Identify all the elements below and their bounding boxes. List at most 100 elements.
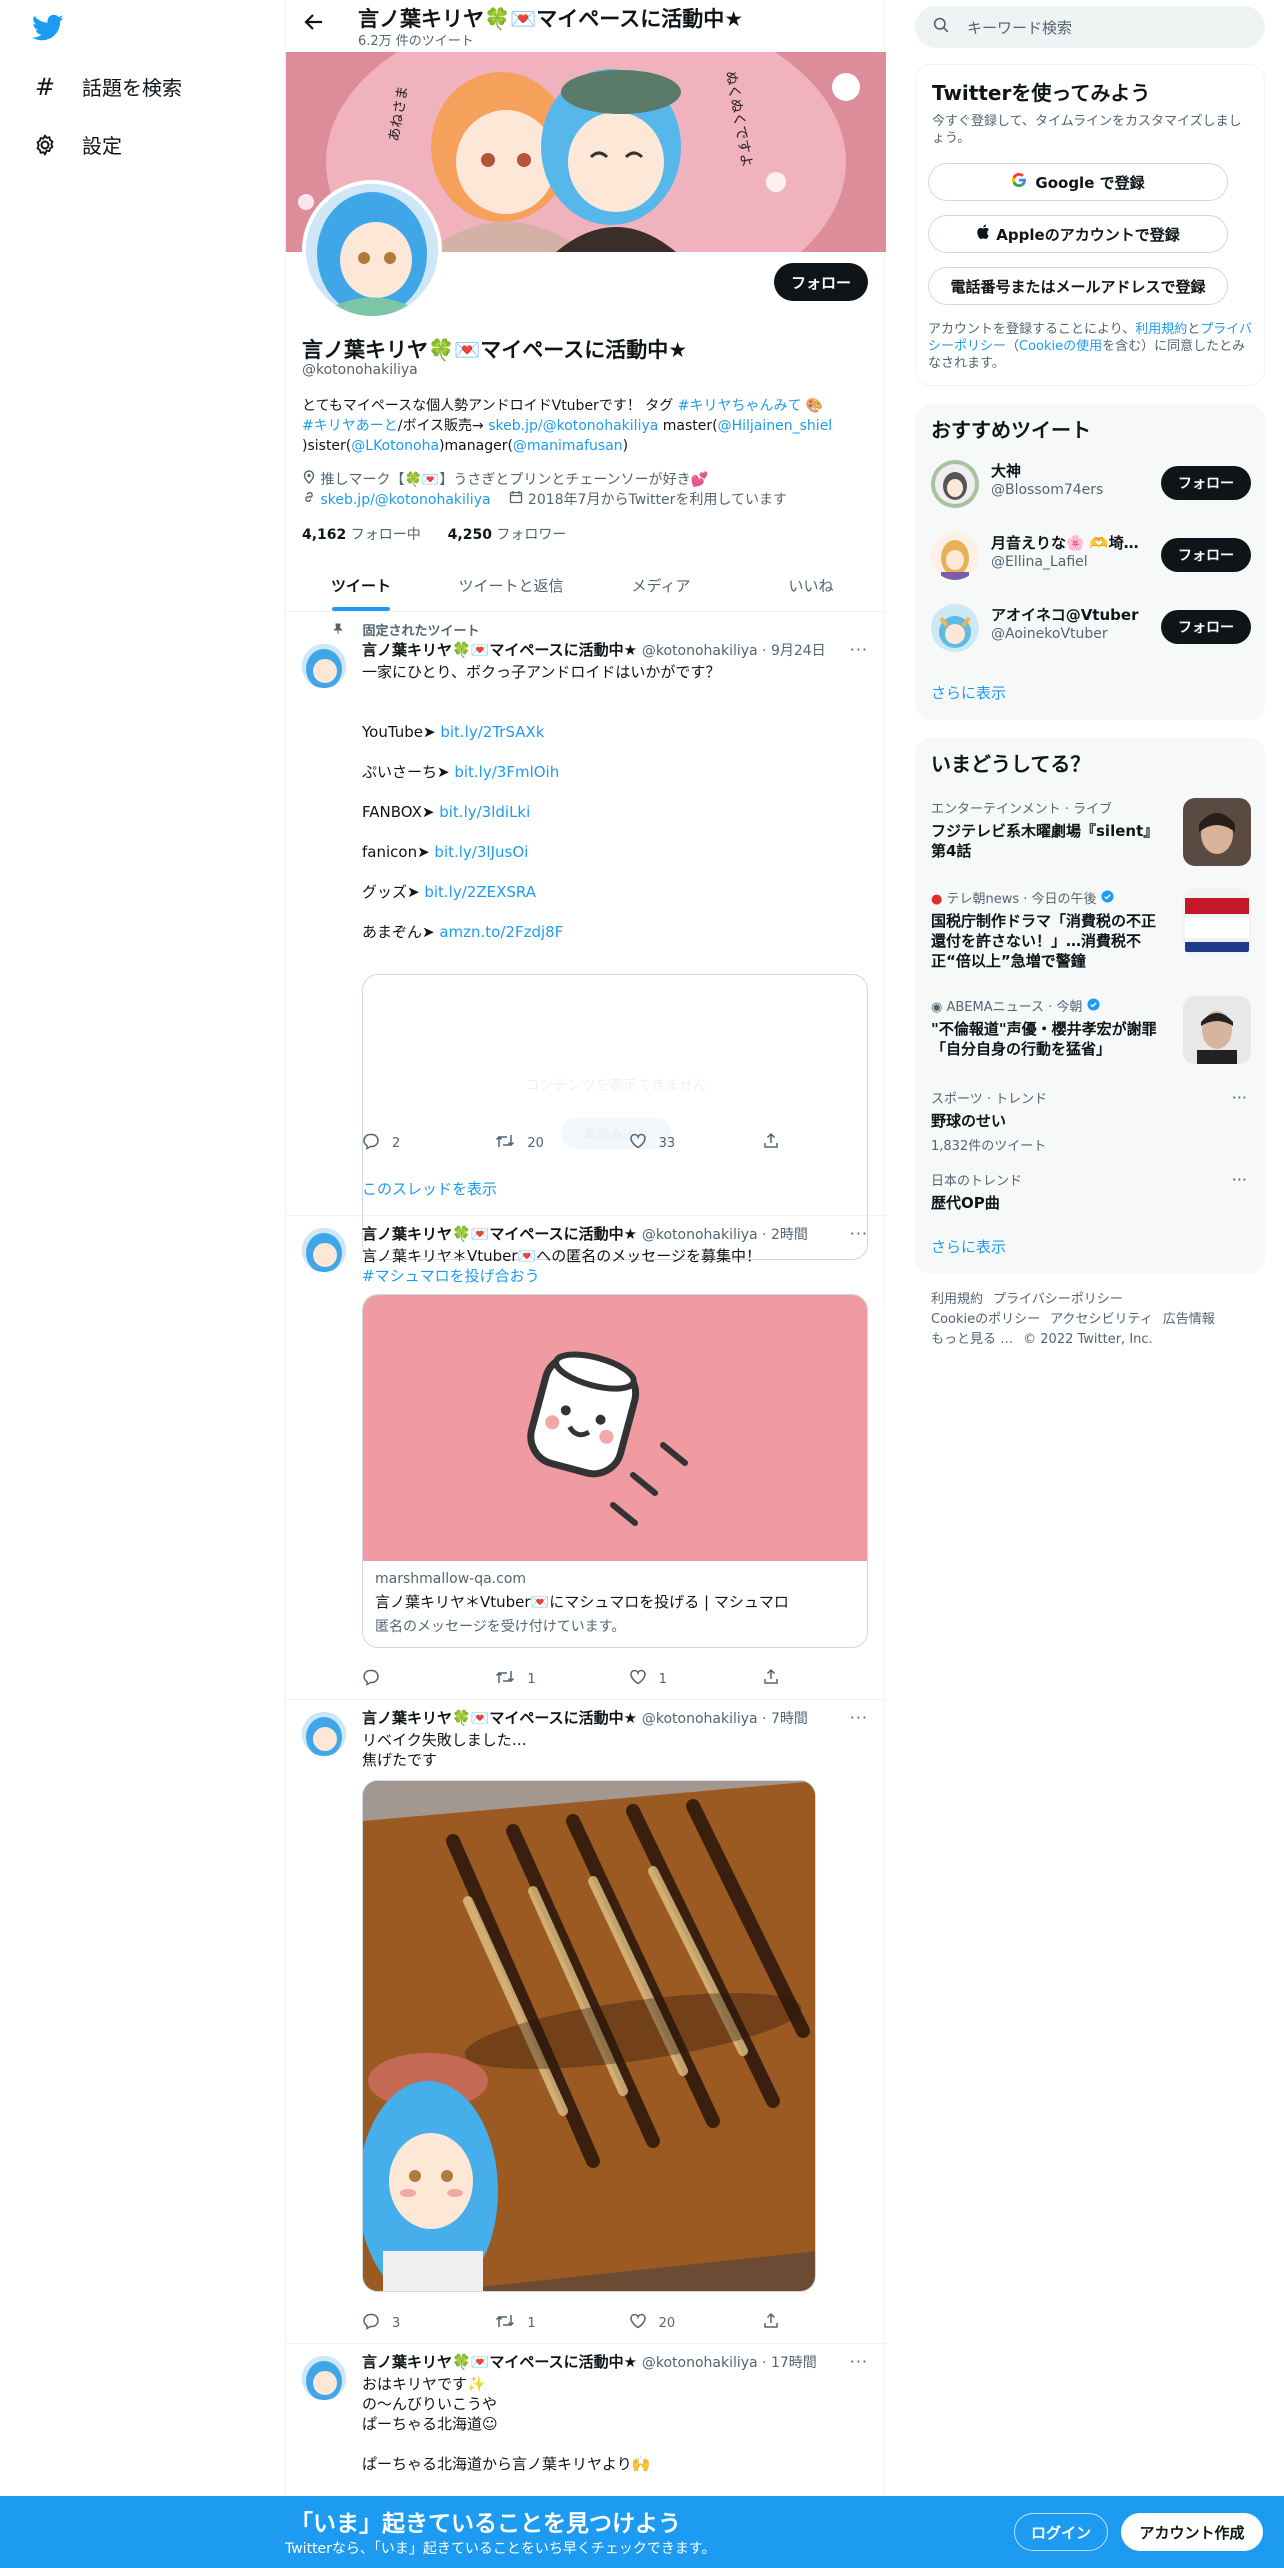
tweet-url-link[interactable]: bit.ly/2ZEXSRA xyxy=(424,883,536,901)
show-more-trends-link[interactable]: さらに表示 xyxy=(931,1236,1006,1257)
followers-count: 4,250 xyxy=(447,527,492,543)
terms-link[interactable]: 利用規約 xyxy=(1135,322,1187,337)
bio-mention-link[interactable]: @Hiljainen_shiel xyxy=(718,418,833,434)
tweet-avatar[interactable] xyxy=(302,2356,346,2400)
tweet-content: 言ノ葉キリヤ🍀💌マイペースに活動中★ @kotonohakiliya · 17時… xyxy=(362,2352,870,2474)
follow-button[interactable]: フォロー xyxy=(1161,466,1251,500)
profile-meta-row: skeb.jp/@kotonohakiliya 2018年7月からTwitter… xyxy=(302,490,787,510)
profile-avatar[interactable] xyxy=(302,180,442,320)
tab-tweets[interactable]: ツイート xyxy=(286,560,436,611)
login-button[interactable]: ログイン xyxy=(1014,2513,1108,2551)
following-stat[interactable]: 4,162 フォロー中 xyxy=(302,527,421,543)
user-avatar[interactable] xyxy=(931,532,979,580)
recommended-user[interactable]: 大神 @Blossom74ers フォロー xyxy=(931,456,1251,512)
back-arrow-icon[interactable] xyxy=(304,12,324,38)
like-button[interactable]: 20 xyxy=(629,2312,729,2334)
tweet-url-link[interactable]: amzn.to/2Fzdj8F xyxy=(439,923,563,941)
trend-thumbnail xyxy=(1183,996,1251,1064)
show-more-recommendations-link[interactable]: さらに表示 xyxy=(931,682,1006,703)
user-handle: @AoinekoVtuber xyxy=(991,626,1108,642)
share-button[interactable] xyxy=(762,1132,782,1154)
footer-link[interactable]: Cookieのポリシー xyxy=(931,1312,1040,1327)
trend-more-icon[interactable]: ··· xyxy=(1232,1088,1247,1107)
share-button[interactable] xyxy=(762,1668,782,1690)
create-account-button[interactable]: アカウント作成 xyxy=(1121,2513,1263,2551)
recommended-user[interactable]: アオイネコ@Vtuber @AoinekoVtuber フォロー xyxy=(931,600,1251,656)
tweet-morning[interactable]: ··· 言ノ葉キリヤ🍀💌マイペースに活動中★ @kotonohakiliya ·… xyxy=(286,2344,886,2496)
google-signup-label: Google で登録 xyxy=(1035,173,1145,192)
profile-stats: 4,162 フォロー中 4,250 フォロワー xyxy=(302,524,566,544)
bio-hashtag-link[interactable]: #キリヤあーと xyxy=(302,418,398,434)
nav-explore[interactable]: # 話題を検索 xyxy=(32,72,182,101)
reply-button[interactable] xyxy=(362,1668,462,1690)
retweet-button[interactable]: 1 xyxy=(495,2312,595,2334)
footer-link[interactable]: アクセシビリティ xyxy=(1050,1312,1153,1327)
tweet-avatar[interactable] xyxy=(302,1228,346,1272)
follow-button[interactable]: フォロー xyxy=(774,263,868,301)
profile-tabs: ツイート ツイートと返信 メディア いいね xyxy=(286,560,886,612)
bio-mention-link[interactable]: @LKotonoha xyxy=(351,438,439,454)
footer-more-link[interactable]: もっと見る … xyxy=(931,1332,1013,1347)
tweet-author-name[interactable]: 言ノ葉キリヤ🍀💌マイペースに活動中★ xyxy=(362,2353,637,2371)
tab-media[interactable]: メディア xyxy=(586,560,736,611)
tab-tweets-and-replies[interactable]: ツイートと返信 xyxy=(436,560,586,611)
profile-website-link[interactable]: skeb.jp/@kotonohakiliya xyxy=(320,492,490,508)
reply-button[interactable]: 3 xyxy=(362,2312,462,2334)
footer-link[interactable]: プライバシーポリシー xyxy=(993,1292,1123,1307)
trend-item[interactable]: スポーツ · トレンド 野球のせい 1,832件のツイート ··· xyxy=(931,1088,1251,1154)
recommended-user[interactable]: 月音えりな🌸 🫶埼… @Ellina_Lafiel フォロー xyxy=(931,528,1251,584)
tweet-url-link[interactable]: bit.ly/3lJusOi xyxy=(434,843,528,861)
tab-likes[interactable]: いいね xyxy=(736,560,886,611)
footer-link[interactable]: 利用規約 xyxy=(931,1292,983,1307)
bio-url-link[interactable]: skeb.jp/@kotonohakiliya xyxy=(488,418,658,434)
search-input[interactable]: キーワード検索 xyxy=(967,17,1072,38)
tweet-author-name[interactable]: 言ノ葉キリヤ🍀💌マイペースに活動中★ xyxy=(362,1225,637,1243)
retweet-button[interactable]: 1 xyxy=(495,1668,595,1690)
tweet-url-link[interactable]: bit.ly/2TrSAXk xyxy=(440,723,544,741)
phone-email-signup-button[interactable]: 電話番号またはメールアドレスで登録 xyxy=(928,267,1228,305)
trend-more-icon[interactable]: ··· xyxy=(1232,1170,1247,1189)
google-signup-button[interactable]: Google で登録 xyxy=(928,163,1228,201)
like-button[interactable]: 1 xyxy=(629,1668,729,1690)
tweet-hashtag-link[interactable]: #マシュマロを投げ合おう xyxy=(362,1266,870,1286)
tweet-url-link[interactable]: bit.ly/3ldiLki xyxy=(439,803,530,821)
tweet-photo[interactable]: ··· 言ノ葉キリヤ🍀💌マイペースに活動中★ @kotonohakiliya ·… xyxy=(286,1700,886,2344)
trend-item[interactable]: 日本のトレンド 歴代OP曲 ··· xyxy=(931,1170,1251,1214)
tweet-pinned[interactable]: 固定されたツイート ··· 言ノ葉キリヤ🍀💌マイペースに活動中★ @kotono… xyxy=(286,612,886,1260)
bio-mention-link[interactable]: @manimafusan xyxy=(513,438,623,454)
user-avatar[interactable] xyxy=(931,604,979,652)
apple-signup-button[interactable]: Appleのアカウントで登録 xyxy=(928,215,1228,253)
heart-icon xyxy=(629,2312,659,2334)
twitter-logo-icon[interactable] xyxy=(32,14,64,42)
trend-title: フジテレビ系木曜劇場『silent』第4話 xyxy=(931,822,1159,860)
search-box[interactable]: キーワード検索 xyxy=(915,6,1265,48)
tweet-marshmallow[interactable]: ··· 言ノ葉キリヤ🍀💌マイペースに活動中★ @kotonohakiliya ·… xyxy=(286,1216,886,1700)
followers-stat[interactable]: 4,250 フォロワー xyxy=(448,527,567,543)
reply-button[interactable]: 2 xyxy=(362,1132,462,1154)
tweet-author-name[interactable]: 言ノ葉キリヤ🍀💌マイペースに活動中★ xyxy=(362,1709,637,1727)
trend-context: 日本のトレンド xyxy=(931,1174,1023,1189)
like-button[interactable]: 33 xyxy=(629,1132,729,1154)
tweet-photo-image[interactable] xyxy=(362,1780,816,2292)
tweet-author-name[interactable]: 言ノ葉キリヤ🍀💌マイペースに活動中★ xyxy=(362,641,637,659)
trend-item[interactable]: ● テレ朝news · 今日の午後 国税庁制作ドラマ「消費税の不正還付を許さない… xyxy=(931,888,1251,976)
follow-button[interactable]: フォロー xyxy=(1161,610,1251,644)
tweet-header: 言ノ葉キリヤ🍀💌マイペースに活動中★ @kotonohakiliya · 2時間 xyxy=(362,1224,870,1244)
link-card[interactable]: marshmallow-qa.com 言ノ葉キリヤ＊Vtuber💌にマシュマロを… xyxy=(362,1294,868,1648)
footer-link[interactable]: 広告情報 xyxy=(1163,1312,1215,1327)
trend-item[interactable]: エンターテインメント · ライブ フジテレビ系木曜劇場『silent』第4話 xyxy=(931,798,1251,866)
retweet-button[interactable]: 20 xyxy=(495,1132,595,1154)
share-button[interactable] xyxy=(762,2312,782,2334)
signup-card-title: Twitterを使ってみよう xyxy=(932,81,1151,105)
tweet-avatar[interactable] xyxy=(302,1712,346,1756)
trend-item[interactable]: ◉ ABEMAニュース · 今朝 "不倫報道"声優・櫻井孝宏が謝罪「自分自身の行… xyxy=(931,996,1251,1068)
follow-button[interactable]: フォロー xyxy=(1161,538,1251,572)
tweet-meta: @kotonohakiliya · 17時間 xyxy=(641,2355,817,2371)
tweet-url-link[interactable]: bit.ly/3FmlOih xyxy=(454,763,559,781)
tweet-avatar[interactable] xyxy=(302,644,346,688)
show-thread-link[interactable]: このスレッドを表示 xyxy=(362,1178,497,1199)
user-avatar[interactable] xyxy=(931,460,979,508)
nav-settings[interactable]: 設定 xyxy=(32,130,122,159)
bio-hashtag-link[interactable]: #キリヤちゃんみて xyxy=(678,398,802,414)
cookie-link[interactable]: Cookieの使用 xyxy=(1019,339,1102,354)
